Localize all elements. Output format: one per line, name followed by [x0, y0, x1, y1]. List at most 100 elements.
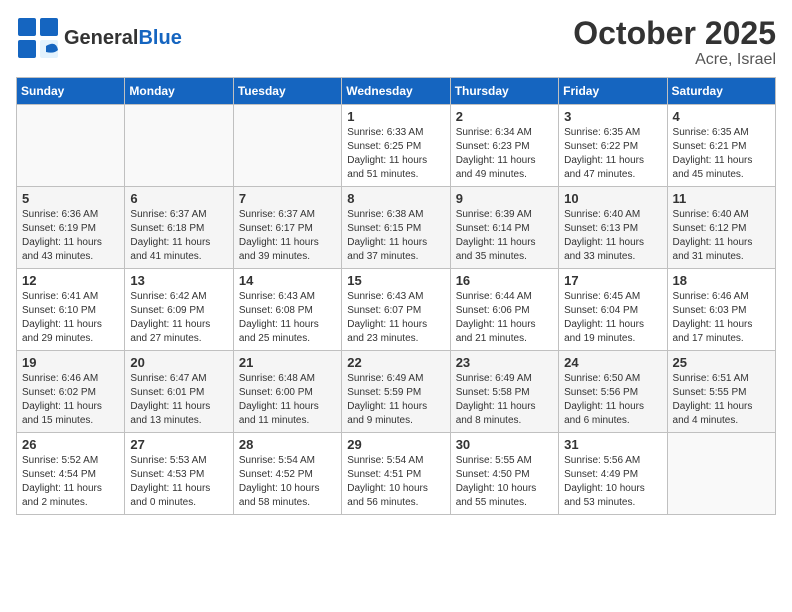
- day-info: Sunrise: 6:40 AM Sunset: 6:13 PM Dayligh…: [564, 208, 661, 264]
- calendar-cell: 15Sunrise: 6:43 AM Sunset: 6:07 PM Dayli…: [342, 269, 450, 351]
- day-number: 17: [564, 273, 661, 288]
- day-info: Sunrise: 6:49 AM Sunset: 5:59 PM Dayligh…: [347, 372, 444, 428]
- day-info: Sunrise: 6:50 AM Sunset: 5:56 PM Dayligh…: [564, 372, 661, 428]
- day-number: 25: [673, 355, 770, 370]
- day-number: 6: [130, 191, 227, 206]
- day-number: 12: [22, 273, 119, 288]
- day-number: 9: [456, 191, 553, 206]
- day-info: Sunrise: 6:38 AM Sunset: 6:15 PM Dayligh…: [347, 208, 444, 264]
- calendar-body: 1 Sunrise: 6:33 AM Sunset: 6:25 PM Daylig…: [17, 105, 776, 515]
- calendar-cell: 23Sunrise: 6:49 AM Sunset: 5:58 PM Dayli…: [450, 351, 558, 433]
- logo-blue: Blue: [138, 27, 181, 49]
- day-info: Sunrise: 6:43 AM Sunset: 6:08 PM Dayligh…: [239, 290, 336, 346]
- calendar-cell: 24 Sunrise: 6:50 AM Sunset: 5:56 PM Dayli…: [559, 351, 667, 433]
- day-number: 22: [347, 355, 444, 370]
- day-info: Sunrise: 6:47 AM Sunset: 6:01 PM Dayligh…: [130, 372, 227, 428]
- day-number: 1: [347, 109, 444, 124]
- day-number: 7: [239, 191, 336, 206]
- header-wednesday: Wednesday: [342, 78, 450, 105]
- calendar-cell: 28Sunrise: 5:54 AM Sunset: 4:52 PM Dayli…: [233, 433, 341, 515]
- calendar-cell: 8Sunrise: 6:38 AM Sunset: 6:15 PM Daylig…: [342, 187, 450, 269]
- day-info: Sunrise: 6:46 AM Sunset: 6:02 PM Dayligh…: [22, 372, 119, 428]
- calendar-cell: [233, 105, 341, 187]
- title-block: October 2025 Acre, Israel: [573, 16, 776, 69]
- day-info: Sunrise: 6:51 AM Sunset: 5:55 PM Dayligh…: [673, 372, 770, 428]
- day-info: Sunrise: 6:39 AM Sunset: 6:14 PM Dayligh…: [456, 208, 553, 264]
- calendar-cell: 17 Sunrise: 6:45 AM Sunset: 6:04 PM Dayli…: [559, 269, 667, 351]
- day-info: Sunrise: 6:35 AM Sunset: 6:21 PM Dayligh…: [673, 126, 770, 182]
- day-info: Sunrise: 6:36 AM Sunset: 6:19 PM Dayligh…: [22, 208, 119, 264]
- calendar-cell: 1 Sunrise: 6:33 AM Sunset: 6:25 PM Daylig…: [342, 105, 450, 187]
- calendar-cell: [17, 105, 125, 187]
- day-info: Sunrise: 6:49 AM Sunset: 5:58 PM Dayligh…: [456, 372, 553, 428]
- day-number: 28: [239, 437, 336, 452]
- day-number: 13: [130, 273, 227, 288]
- day-info: Sunrise: 6:35 AM Sunset: 6:22 PM Dayligh…: [564, 126, 661, 182]
- header-tuesday: Tuesday: [233, 78, 341, 105]
- calendar-cell: [667, 433, 775, 515]
- calendar-cell: 21 Sunrise: 6:48 AM Sunset: 6:00 PM Dayli…: [233, 351, 341, 433]
- week-row-4: 19 Sunrise: 6:46 AM Sunset: 6:02 PM Dayli…: [17, 351, 776, 433]
- day-info: Sunrise: 5:53 AM Sunset: 4:53 PM Dayligh…: [130, 454, 227, 510]
- calendar-cell: 14 Sunrise: 6:43 AM Sunset: 6:08 PM Dayli…: [233, 269, 341, 351]
- header-saturday: Saturday: [667, 78, 775, 105]
- calendar-cell: 10 Sunrise: 6:40 AM Sunset: 6:13 PM Dayli…: [559, 187, 667, 269]
- day-number: 16: [456, 273, 553, 288]
- day-number: 21: [239, 355, 336, 370]
- day-number: 11: [673, 191, 770, 206]
- day-number: 31: [564, 437, 661, 452]
- header-thursday: Thursday: [450, 78, 558, 105]
- day-number: 26: [22, 437, 119, 452]
- calendar-cell: 2 Sunrise: 6:34 AM Sunset: 6:23 PM Daylig…: [450, 105, 558, 187]
- day-info: Sunrise: 6:43 AM Sunset: 6:07 PM Dayligh…: [347, 290, 444, 346]
- calendar-header: SundayMondayTuesdayWednesdayThursdayFrid…: [17, 78, 776, 105]
- logo: GeneralBlue: [16, 16, 182, 60]
- calendar-cell: 22 Sunrise: 6:49 AM Sunset: 5:59 PM Dayli…: [342, 351, 450, 433]
- day-info: Sunrise: 6:34 AM Sunset: 6:23 PM Dayligh…: [456, 126, 553, 182]
- day-number: 20: [130, 355, 227, 370]
- logo-general: General: [64, 27, 138, 49]
- day-info: Sunrise: 6:45 AM Sunset: 6:04 PM Dayligh…: [564, 290, 661, 346]
- calendar-cell: 5 Sunrise: 6:36 AM Sunset: 6:19 PM Daylig…: [17, 187, 125, 269]
- day-number: 30: [456, 437, 553, 452]
- day-info: Sunrise: 6:40 AM Sunset: 6:12 PM Dayligh…: [673, 208, 770, 264]
- day-number: 14: [239, 273, 336, 288]
- calendar-cell: 9 Sunrise: 6:39 AM Sunset: 6:14 PM Daylig…: [450, 187, 558, 269]
- day-info: Sunrise: 6:48 AM Sunset: 6:00 PM Dayligh…: [239, 372, 336, 428]
- header-monday: Monday: [125, 78, 233, 105]
- calendar-cell: 13 Sunrise: 6:42 AM Sunset: 6:09 PM Dayli…: [125, 269, 233, 351]
- week-row-2: 5 Sunrise: 6:36 AM Sunset: 6:19 PM Daylig…: [17, 187, 776, 269]
- calendar-cell: 18Sunrise: 6:46 AM Sunset: 6:03 PM Dayli…: [667, 269, 775, 351]
- week-row-3: 12Sunrise: 6:41 AM Sunset: 6:10 PM Dayli…: [17, 269, 776, 351]
- day-number: 29: [347, 437, 444, 452]
- day-number: 24: [564, 355, 661, 370]
- calendar-cell: 31 Sunrise: 5:56 AM Sunset: 4:49 PM Dayli…: [559, 433, 667, 515]
- day-info: Sunrise: 6:37 AM Sunset: 6:17 PM Dayligh…: [239, 208, 336, 264]
- day-number: 19: [22, 355, 119, 370]
- calendar-cell: [125, 105, 233, 187]
- day-info: Sunrise: 5:52 AM Sunset: 4:54 PM Dayligh…: [22, 454, 119, 510]
- day-info: Sunrise: 5:54 AM Sunset: 4:51 PM Dayligh…: [347, 454, 444, 510]
- calendar-cell: 25 Sunrise: 6:51 AM Sunset: 5:55 PM Dayli…: [667, 351, 775, 433]
- day-info: Sunrise: 5:56 AM Sunset: 4:49 PM Dayligh…: [564, 454, 661, 510]
- calendar-cell: 12Sunrise: 6:41 AM Sunset: 6:10 PM Dayli…: [17, 269, 125, 351]
- calendar-cell: 26 Sunrise: 5:52 AM Sunset: 4:54 PM Dayli…: [17, 433, 125, 515]
- day-number: 10: [564, 191, 661, 206]
- calendar-cell: 3Sunrise: 6:35 AM Sunset: 6:22 PM Daylig…: [559, 105, 667, 187]
- calendar-cell: 7 Sunrise: 6:37 AM Sunset: 6:17 PM Daylig…: [233, 187, 341, 269]
- calendar-cell: 30 Sunrise: 5:55 AM Sunset: 4:50 PM Dayli…: [450, 433, 558, 515]
- day-info: Sunrise: 6:33 AM Sunset: 6:25 PM Dayligh…: [347, 126, 444, 182]
- day-number: 5: [22, 191, 119, 206]
- calendar-cell: 19 Sunrise: 6:46 AM Sunset: 6:02 PM Dayli…: [17, 351, 125, 433]
- day-info: Sunrise: 5:55 AM Sunset: 4:50 PM Dayligh…: [456, 454, 553, 510]
- day-info: Sunrise: 6:42 AM Sunset: 6:09 PM Dayligh…: [130, 290, 227, 346]
- page-header: GeneralBlue October 2025 Acre, Israel: [16, 16, 776, 69]
- header-friday: Friday: [559, 78, 667, 105]
- day-number: 2: [456, 109, 553, 124]
- logo-icon: [16, 16, 60, 60]
- day-number: 4: [673, 109, 770, 124]
- day-number: 18: [673, 273, 770, 288]
- calendar-cell: 6Sunrise: 6:37 AM Sunset: 6:18 PM Daylig…: [125, 187, 233, 269]
- calendar-table: SundayMondayTuesdayWednesdayThursdayFrid…: [16, 77, 776, 515]
- month-title: October 2025: [573, 16, 776, 51]
